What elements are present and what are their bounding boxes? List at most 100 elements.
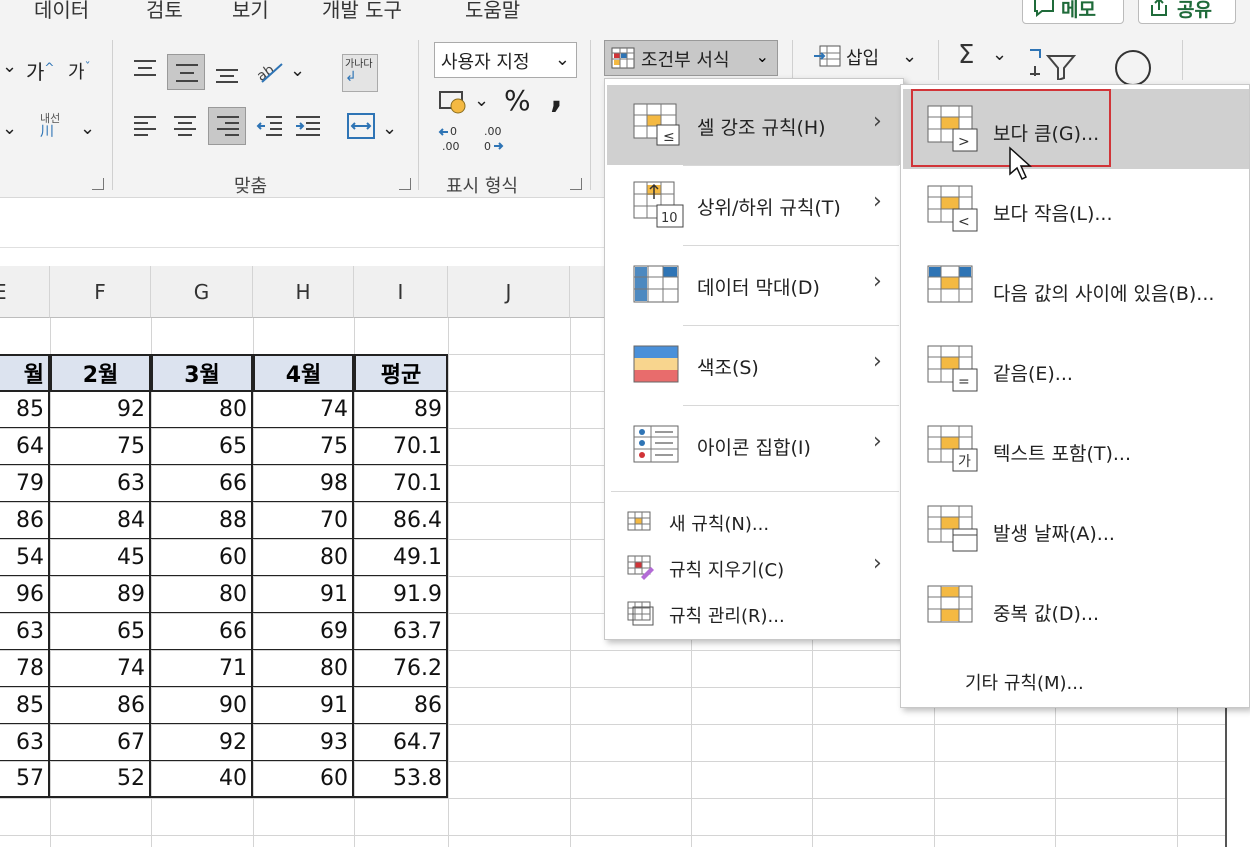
table-cell[interactable]: 75 (253, 428, 354, 465)
align-top-icon[interactable] (132, 58, 158, 82)
table-cell[interactable]: 91 (253, 687, 354, 724)
table-cell[interactable]: 40 (151, 761, 253, 798)
tab-developer[interactable]: 개발 도구 (322, 0, 402, 23)
accounting-dropdown-arrow[interactable]: ⌄ (474, 90, 489, 111)
table-cell[interactable]: 66 (151, 613, 253, 650)
column-header-i[interactable]: I (354, 266, 448, 318)
table-cell[interactable]: 49.1 (354, 539, 448, 576)
tab-view[interactable]: 보기 (232, 0, 269, 23)
menu-item-highlight-cells[interactable]: ≤ 셀 강조 규칙(H) › (605, 85, 901, 165)
table-cell[interactable]: 78 (0, 650, 50, 687)
submenu-item[interactable]: = 같음(E)... (901, 329, 1247, 409)
align-launcher-icon[interactable] (399, 178, 411, 190)
align-left-icon[interactable] (132, 114, 158, 138)
table-cell[interactable]: 93 (253, 724, 354, 761)
table-cell[interactable]: 86 (0, 502, 50, 539)
merge-dropdown-arrow[interactable]: ⌄ (382, 118, 397, 139)
sort-filter-icon[interactable] (1026, 44, 1078, 80)
conditional-formatting-button[interactable]: 조건부 서식 ⌄ (604, 40, 778, 76)
table-cell[interactable]: 70.1 (354, 428, 448, 465)
align-bottom-icon[interactable] (214, 62, 240, 86)
share-button[interactable]: 공유 (1138, 0, 1236, 24)
column-header-e[interactable]: E (0, 266, 50, 318)
table-cell[interactable]: 98 (253, 465, 354, 502)
table-cell[interactable]: 79 (0, 465, 50, 502)
menu-item-data-bars[interactable]: 데이터 막대(D) › (605, 245, 901, 325)
fill-dropdown-arrow[interactable]: ⌄ (2, 118, 17, 139)
table-cell[interactable]: 67 (50, 724, 151, 761)
phonetic-dropdown-arrow[interactable]: ⌄ (80, 118, 95, 139)
table-cell[interactable]: 85 (0, 687, 50, 724)
insert-button[interactable]: 삽입 (846, 44, 879, 70)
more-rules-item[interactable]: 기타 규칙(M)... (965, 669, 1084, 695)
table-cell[interactable]: 65 (50, 613, 151, 650)
font-grow-button[interactable]: 가^ (26, 56, 54, 85)
table-cell[interactable]: 86 (50, 687, 151, 724)
table-cell[interactable]: 66 (151, 465, 253, 502)
table-cell[interactable]: 63 (0, 613, 50, 650)
table-cell[interactable]: 86.4 (354, 502, 448, 539)
table-cell[interactable]: 75 (50, 428, 151, 465)
table-cell[interactable]: 84 (50, 502, 151, 539)
table-cell[interactable]: 45 (50, 539, 151, 576)
decrease-decimal-icon[interactable]: .000 (480, 124, 510, 154)
table-cell[interactable]: 92 (50, 391, 151, 428)
insert-dropdown-arrow[interactable]: ⌄ (902, 46, 917, 67)
percent-style-button[interactable]: % (504, 84, 531, 117)
menu-item-clear-rules[interactable]: 규칙 지우기(C) › (605, 545, 901, 589)
column-header-f[interactable]: F (50, 266, 151, 318)
orientation-dropdown-arrow[interactable]: ⌄ (290, 60, 305, 81)
table-cell[interactable]: 71 (151, 650, 253, 687)
table-cell[interactable]: 63 (50, 465, 151, 502)
tab-help[interactable]: 도움말 (465, 0, 520, 23)
increase-decimal-icon[interactable]: 0.00 (438, 124, 468, 154)
table-header-cell[interactable]: 3월 (151, 354, 253, 392)
menu-item-new-rule[interactable]: 새 규칙(N)... (605, 499, 901, 543)
table-cell[interactable]: 60 (253, 761, 354, 798)
autosum-button[interactable]: Σ (958, 40, 974, 70)
table-header-cell[interactable]: 2월 (50, 354, 151, 392)
table-cell[interactable]: 80 (253, 539, 354, 576)
decrease-indent-icon[interactable] (256, 114, 284, 138)
autosum-dropdown-arrow[interactable]: ⌄ (992, 44, 1007, 65)
table-cell[interactable]: 80 (151, 576, 253, 613)
table-header-cell[interactable]: 평균 (354, 354, 448, 392)
table-cell[interactable]: 85 (0, 391, 50, 428)
phonetic-button[interactable]: 내선 川 (40, 110, 60, 139)
table-cell[interactable]: 65 (151, 428, 253, 465)
table-cell[interactable]: 64.7 (354, 724, 448, 761)
column-header-h[interactable]: H (253, 266, 354, 318)
table-cell[interactable]: 90 (151, 687, 253, 724)
accounting-format-icon[interactable] (438, 88, 468, 116)
submenu-item[interactable]: > 보다 큼(G)... (901, 89, 1247, 169)
submenu-item[interactable]: < 보다 작음(L)... (901, 169, 1247, 249)
table-cell[interactable]: 89 (50, 576, 151, 613)
table-cell[interactable]: 57 (0, 761, 50, 798)
table-cell[interactable]: 76.2 (354, 650, 448, 687)
table-cell[interactable]: 91 (253, 576, 354, 613)
table-cell[interactable]: 70 (253, 502, 354, 539)
align-center-icon[interactable] (172, 114, 198, 138)
table-cell[interactable]: 54 (0, 539, 50, 576)
table-cell[interactable]: 80 (253, 650, 354, 687)
number-launcher-icon[interactable] (570, 178, 582, 190)
table-cell[interactable]: 74 (50, 650, 151, 687)
column-header-j[interactable]: J (448, 266, 570, 318)
table-cell[interactable]: 69 (253, 613, 354, 650)
wrap-text-button[interactable]: 가나다↲ (342, 54, 378, 92)
merge-center-icon[interactable] (346, 112, 376, 140)
table-cell[interactable]: 53.8 (354, 761, 448, 798)
table-cell[interactable]: 88 (151, 502, 253, 539)
submenu-item[interactable]: 다음 값의 사이에 있음(B)... (901, 249, 1247, 329)
table-cell[interactable]: 80 (151, 391, 253, 428)
table-cell[interactable]: 91.9 (354, 576, 448, 613)
table-cell[interactable]: 63.7 (354, 613, 448, 650)
menu-item-manage-rules[interactable]: 규칙 관리(R)... (605, 591, 901, 635)
table-header-cell[interactable]: 4월 (253, 354, 354, 392)
font-launcher-icon[interactable] (92, 178, 104, 190)
font-size-dropdown-arrow[interactable]: ⌄ (2, 56, 17, 77)
table-cell[interactable]: 89 (354, 391, 448, 428)
submenu-item[interactable]: 중복 값(D)... (901, 569, 1247, 649)
table-cell[interactable]: 64 (0, 428, 50, 465)
orientation-icon[interactable]: ab (252, 56, 286, 86)
